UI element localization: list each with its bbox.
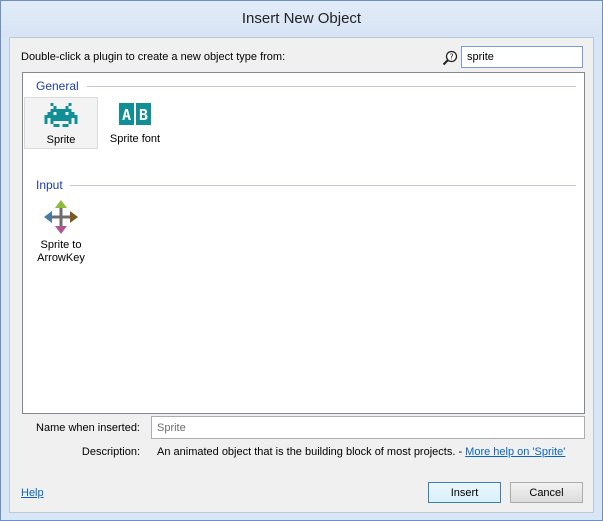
more-help-link[interactable]: More help on 'Sprite' — [465, 446, 565, 458]
cancel-button[interactable]: Cancel — [510, 482, 583, 503]
plugin-sprite-font[interactable]: A B Sprite font — [98, 97, 172, 149]
name-field-label: Name when inserted: — [36, 422, 140, 434]
svg-text:?: ? — [449, 52, 453, 61]
description-label: Description: — [81, 446, 140, 458]
group-header-general: General — [36, 79, 79, 93]
description-text: An animated object that is the building … — [157, 446, 565, 458]
help-link[interactable]: Help — [21, 487, 44, 499]
four-arrows-icon — [44, 200, 78, 234]
group-label: Input — [36, 178, 63, 192]
plugin-label-line1: Sprite to — [40, 239, 82, 251]
insert-object-dialog: Insert New Object Double-click a plugin … — [0, 0, 603, 521]
ab-letters-icon: A B — [119, 103, 151, 125]
plugin-label: Sprite font — [109, 133, 161, 145]
plugin-sprite-to-arrowkey[interactable]: Sprite to ArrowKey — [24, 195, 98, 264]
group-divider — [70, 185, 576, 186]
plugin-sprite[interactable]: Sprite — [24, 97, 98, 149]
plugin-label: Sprite — [46, 134, 76, 146]
search-input[interactable] — [461, 46, 583, 68]
plugin-list[interactable]: General Sprite A B Sprite font Input Spr… — [22, 72, 585, 414]
dialog-title: Insert New Object — [1, 1, 602, 37]
group-label: General — [36, 79, 79, 93]
dialog-body: Double-click a plugin to create a new ob… — [9, 37, 594, 513]
svg-text:B: B — [139, 106, 148, 124]
search-icon: ? — [442, 50, 458, 66]
svg-text:A: A — [122, 106, 131, 124]
instruction-text: Double-click a plugin to create a new ob… — [21, 51, 286, 63]
group-header-input: Input — [36, 178, 63, 192]
plugin-label-line2: ArrowKey — [37, 252, 85, 264]
space-invader-icon — [44, 103, 78, 127]
insert-button[interactable]: Insert — [428, 482, 501, 503]
description-body: An animated object that is the building … — [157, 446, 466, 458]
group-divider — [87, 86, 576, 87]
name-when-inserted-input[interactable] — [151, 416, 585, 439]
